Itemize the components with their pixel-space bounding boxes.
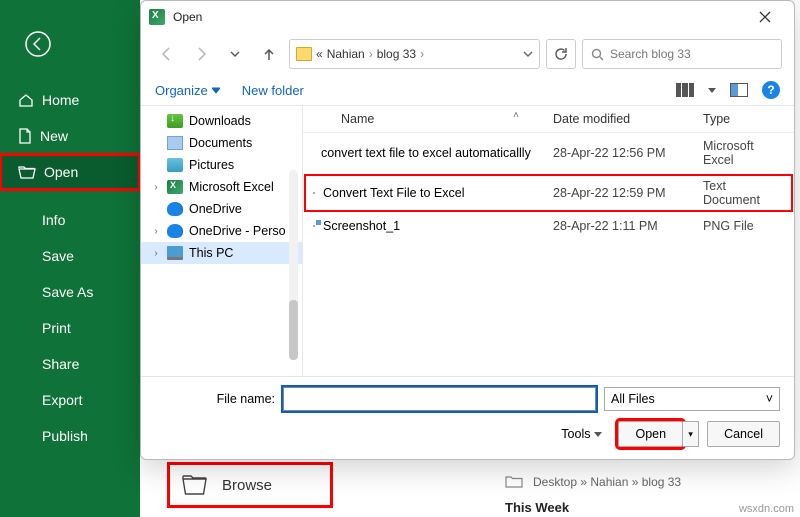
nav-forward-button[interactable] [187,40,215,68]
cancel-button[interactable]: Cancel [707,421,780,447]
tree-scrollbar[interactable] [289,170,298,356]
backstage-item-print[interactable]: Print [0,310,140,346]
folder-tree[interactable]: DownloadsDocumentsPictures›Microsoft Exc… [141,106,303,376]
search-icon [591,48,604,61]
tools-menu[interactable]: Tools [561,427,602,441]
search-input[interactable]: Search blog 33 [582,39,782,69]
backstage-item-export[interactable]: Export [0,382,140,418]
recent-file-peek[interactable]: Desktop » Nahian » blog 33 [505,475,681,489]
chevron-down-icon[interactable] [523,49,533,59]
chevron-down-icon[interactable] [708,86,716,94]
open-split-button[interactable]: ▾ [683,421,699,447]
nav-recent-dropdown[interactable] [221,40,249,68]
file-type-filter[interactable]: All Files˅ [604,387,780,411]
backstage-item-save[interactable]: Save [0,238,140,274]
organize-menu[interactable]: Organize [155,83,220,98]
file-list: Name˄ Date modified Type convert text fi… [303,106,794,376]
breadcrumb-sep: › [369,47,373,61]
filename-input[interactable] [283,387,596,411]
backstage-item-publish[interactable]: Publish [0,418,140,454]
refresh-button[interactable] [546,39,576,69]
search-placeholder: Search blog 33 [610,47,691,61]
watermark: wsxdn.com [739,503,794,515]
breadcrumb-part[interactable]: Nahian [327,47,365,61]
backstage-item-share[interactable]: Share [0,346,140,382]
tree-node-this-pc[interactable]: ›This PC [141,242,302,264]
backstage-item-save-as[interactable]: Save As [0,274,140,310]
address-bar[interactable]: « Nahian › blog 33 › [289,39,540,69]
tree-node-pictures[interactable]: Pictures [141,154,302,176]
file-row[interactable]: convert text file to excel automaticalll… [303,133,794,173]
nav-row: « Nahian › blog 33 › Search blog 33 [141,33,794,75]
tree-node-microsoft-excel[interactable]: ›Microsoft Excel [141,176,302,198]
view-mode-button[interactable] [676,83,694,97]
breadcrumb-chevron: « [316,47,323,61]
excel-backstage-sidebar: HomeNewOpen InfoSaveSave AsPrintShareExpo… [0,0,140,517]
filename-label: File name: [155,392,275,406]
sort-indicator: ˄ [513,110,519,121]
nav-up-button[interactable] [255,40,283,68]
browse-label: Browse [222,477,272,494]
folder-icon [296,47,312,61]
tree-node-onedrive-perso[interactable]: ›OneDrive - Perso [141,220,302,242]
back-button[interactable] [18,24,58,64]
backstage-item-home[interactable]: Home [0,82,140,118]
open-dialog: Open « Nahian › blog 33 › Search blog 33… [140,0,795,460]
dialog-titlebar: Open [141,1,794,33]
preview-pane-button[interactable] [730,83,748,97]
backstage-item-new[interactable]: New [0,118,140,154]
chevron-down-icon: ˅ [766,392,773,406]
open-button[interactable]: Open [618,421,683,447]
new-folder-button[interactable]: New folder [242,83,304,98]
dialog-toolbar: Organize New folder ? [141,75,794,106]
tree-node-downloads[interactable]: Downloads [141,110,302,132]
excel-icon [149,9,165,25]
backstage-item-info[interactable]: Info [0,202,140,238]
file-row[interactable]: Convert Text File to Excel28-Apr-22 12:5… [303,173,794,213]
recent-group-label: This Week [505,500,569,515]
breadcrumb-part[interactable]: blog 33 [377,47,416,61]
column-headers[interactable]: Name˄ Date modified Type [303,106,794,133]
browse-button[interactable]: Browse [170,465,330,505]
file-icon [313,192,315,194]
tree-node-onedrive[interactable]: OneDrive [141,198,302,220]
file-row[interactable]: Screenshot_128-Apr-22 1:11 PMPNG File [303,213,794,239]
tree-node-documents[interactable]: Documents [141,132,302,154]
backstage-item-open[interactable]: Open [0,154,140,190]
dialog-bottom: File name: All Files˅ Tools Open ▾ Cance… [141,376,794,459]
dialog-title: Open [173,10,744,24]
nav-back-button[interactable] [153,40,181,68]
close-button[interactable] [744,3,786,31]
help-button[interactable]: ? [762,81,780,99]
file-icon [313,225,315,227]
breadcrumb-sep: › [420,47,424,61]
